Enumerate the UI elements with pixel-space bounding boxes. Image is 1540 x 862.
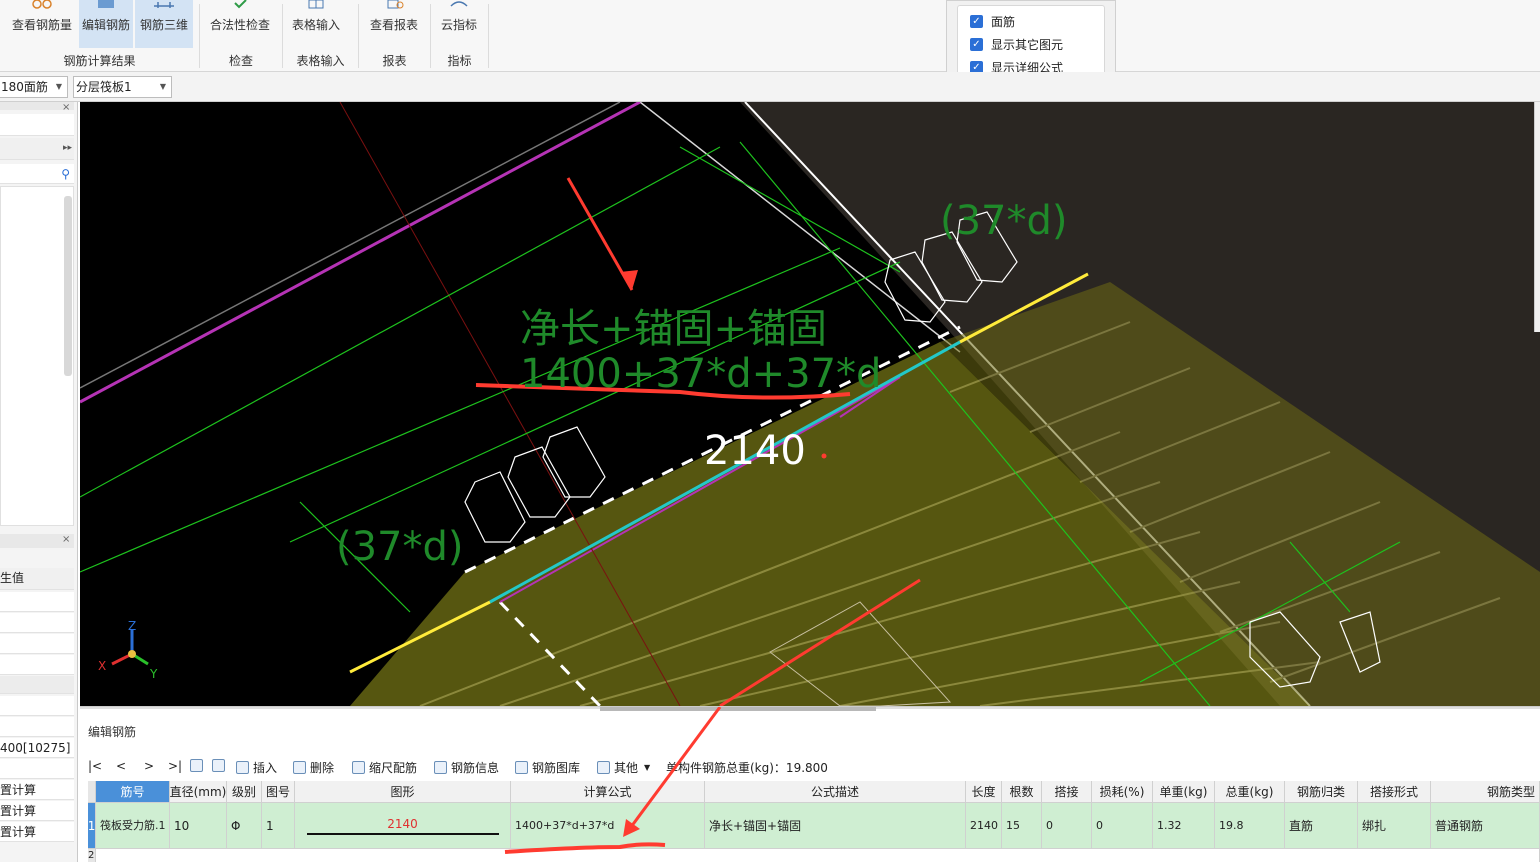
red-underline: [504, 842, 666, 854]
rebar-3d-icon: [154, 2, 174, 8]
left-panel: × ▸▸ ⚲ × 生值 400[10275] 置计算 置计算 置计算: [0, 102, 78, 862]
view-report-button[interactable]: 查看报表: [364, 0, 424, 48]
viewport-canvas[interactable]: Z X Y 净长+锚固+锚固 1400+37*d+37*d 2140 (37*d…: [80, 102, 1540, 706]
group-label-index: 指标: [447, 54, 472, 68]
attr-header: 生值: [0, 568, 74, 590]
chevron-down-icon: ▼: [55, 82, 63, 91]
search-input[interactable]: ⚲: [0, 164, 74, 184]
attr-value-row[interactable]: 400[10275]: [0, 738, 74, 758]
checkbox-checked-icon[interactable]: ✓: [970, 14, 983, 28]
axis-triad: Z X Y: [98, 619, 158, 681]
close-icon[interactable]: ×: [62, 102, 70, 113]
arrowhead-icon: [623, 819, 640, 837]
group-label-rebar-result: 钢筋计算结果: [63, 54, 136, 68]
glasses-icon: [32, 0, 52, 9]
bottom-annotation-overlay: [504, 707, 722, 854]
right-scroll-strip[interactable]: [1534, 102, 1540, 332]
group-label-check: 检查: [228, 54, 253, 68]
legality-check-button[interactable]: 合法性检查: [205, 0, 275, 48]
scrollbar[interactable]: [64, 196, 72, 376]
close-icon[interactable]: ×: [62, 534, 70, 545]
annotation-formula: 1400+37*d+37*d: [520, 351, 881, 397]
rebar-3d-viewport[interactable]: Z X Y 净长+锚固+锚固 1400+37*d+37*d 2140 (37*d…: [80, 102, 1540, 706]
element-tree[interactable]: [0, 186, 74, 526]
anchor-label-left: (37*d): [336, 524, 464, 570]
check-icon: [234, 0, 247, 9]
table-icon: [308, 0, 324, 9]
ribbon: 查看钢筋量 编辑钢筋 钢筋三维 合法性检查 表格输入 查看报表 云指标 钢筋计算…: [0, 0, 1540, 72]
selector-toolbar: 180面筋 ▼ 分层筏板1 ▼: [0, 72, 1540, 102]
rebar-type-select[interactable]: 180面筋 ▼: [0, 76, 68, 98]
app-window: 查看钢筋量 编辑钢筋 钢筋三维 合法性检查 表格输入 查看报表 云指标 钢筋计算…: [0, 0, 1540, 862]
table-input-button[interactable]: 表格输入: [288, 0, 344, 48]
edit-rebar-panel: 编辑钢筋 |< < > >| 插入 删除 缩尺配筋 钢筋信息 钢筋图库 其他 ▼ …: [80, 706, 1540, 862]
attr-row[interactable]: [0, 717, 74, 737]
expand-icon[interactable]: ▸▸: [63, 138, 72, 158]
annotation-title: 净长+锚固+锚固: [520, 306, 827, 352]
axis-y-label: Y: [149, 667, 158, 681]
report-icon: [387, 0, 404, 9]
edit-rebar-icon: [98, 0, 114, 8]
chevron-down-icon: ▼: [159, 82, 167, 91]
attr-row[interactable]: [0, 696, 74, 716]
axis-x-label: X: [98, 659, 106, 673]
attr-row[interactable]: [0, 634, 74, 654]
calc-row[interactable]: 置计算: [0, 780, 74, 800]
cloud-icon: [450, 1, 468, 7]
view-rebar-qty-button[interactable]: 查看钢筋量: [6, 0, 78, 48]
group-label-report: 报表: [382, 54, 407, 68]
option-face-rebar[interactable]: ✓ 面筋: [970, 12, 1015, 30]
ribbon-separator: [488, 4, 489, 68]
attr-row[interactable]: [0, 759, 74, 779]
anchor-label-top: (37*d): [940, 198, 1068, 244]
checkbox-checked-icon[interactable]: ✓: [970, 37, 983, 51]
red-dot: [821, 453, 827, 459]
attr-row[interactable]: [0, 676, 74, 694]
calc-row[interactable]: 置计算: [0, 801, 74, 821]
option-show-other-elements[interactable]: ✓ 显示其它图元: [970, 35, 1063, 53]
axis-z-label: Z: [128, 619, 136, 633]
search-icon[interactable]: ⚲: [61, 164, 70, 183]
element-select[interactable]: 分层筏板1 ▼: [73, 76, 172, 98]
attr-row[interactable]: [0, 613, 74, 633]
red-annotation-arrow: [626, 707, 722, 832]
edit-rebar-button[interactable]: 编辑钢筋: [79, 0, 133, 48]
length-label: 2140: [704, 428, 806, 474]
left-tree-row[interactable]: ▸▸: [0, 138, 74, 160]
group-label-table-input: 表格输入: [296, 54, 345, 68]
left-tree-row[interactable]: [0, 114, 74, 136]
attr-row[interactable]: [0, 592, 74, 612]
cloud-index-button[interactable]: 云指标: [434, 0, 484, 48]
attr-row[interactable]: [0, 655, 74, 675]
calc-row[interactable]: 置计算: [0, 822, 74, 842]
rebar-3d-button[interactable]: 钢筋三维: [135, 0, 193, 48]
